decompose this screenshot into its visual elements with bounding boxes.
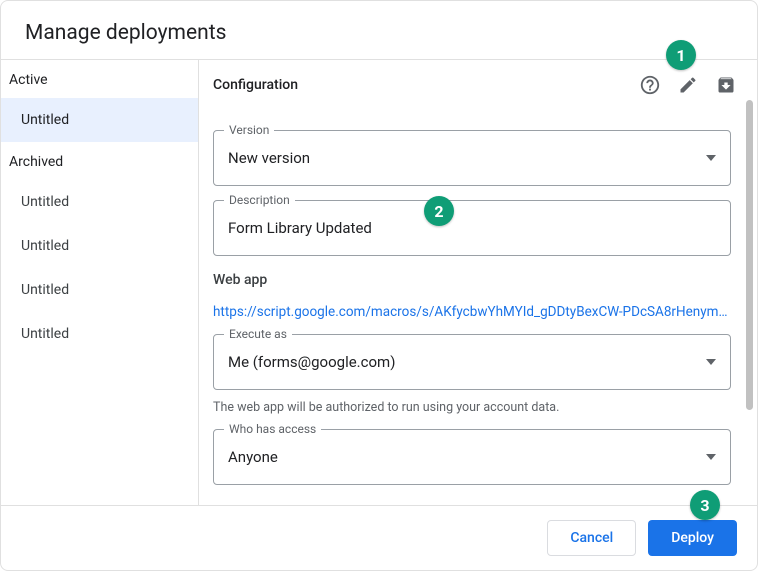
dialog-title: Manage deployments	[1, 1, 757, 59]
annotation-badge-1: 1	[666, 40, 696, 70]
configuration-heading: Configuration	[213, 77, 627, 93]
version-value: New version	[228, 149, 706, 167]
sidebar-item-archived-1[interactable]: Untitled	[1, 224, 198, 268]
help-icon[interactable]	[635, 70, 665, 100]
edit-icon[interactable]	[673, 70, 703, 100]
execute-as-label: Execute as	[224, 327, 292, 341]
version-label: Version	[224, 123, 274, 137]
dropdown-arrow-icon	[706, 155, 716, 161]
dialog-footer: Cancel Deploy	[1, 506, 757, 570]
webapp-heading: Web app	[213, 272, 731, 288]
sidebar-active-heading: Active	[1, 60, 198, 98]
configuration-panel: Configuration Version New version	[199, 60, 757, 505]
sidebar-item-archived-3[interactable]: Untitled	[1, 312, 198, 356]
sidebar-item-active-0[interactable]: Untitled	[1, 98, 198, 142]
sidebar-item-archived-2[interactable]: Untitled	[1, 268, 198, 312]
access-value: Anyone	[228, 448, 706, 466]
description-label: Description	[224, 193, 295, 207]
access-label: Who has access	[224, 422, 321, 436]
sidebar-archived-heading: Archived	[1, 142, 198, 180]
execute-as-hint: The web app will be authorized to run us…	[213, 400, 731, 415]
description-input[interactable]	[228, 219, 716, 237]
execute-as-select[interactable]: Execute as Me (forms@google.com)	[213, 334, 731, 390]
version-select[interactable]: Version New version	[213, 130, 731, 186]
dropdown-arrow-icon	[706, 359, 716, 365]
description-field[interactable]: Description	[213, 200, 731, 256]
archive-icon[interactable]	[711, 70, 741, 100]
annotation-badge-2: 2	[424, 196, 454, 226]
annotation-badge-3: 3	[690, 490, 720, 520]
execute-as-value: Me (forms@google.com)	[228, 353, 706, 371]
scrollbar-thumb[interactable]	[746, 100, 753, 410]
webapp-url-link[interactable]: https://script.google.com/macros/s/AKfyc…	[213, 304, 731, 320]
configuration-content: Version New version Description Web app …	[199, 110, 757, 505]
deployments-sidebar: Active Untitled Archived Untitled Untitl…	[1, 60, 199, 505]
cancel-button[interactable]: Cancel	[547, 520, 636, 556]
dialog-body: Active Untitled Archived Untitled Untitl…	[1, 59, 757, 506]
deploy-button[interactable]: Deploy	[648, 520, 737, 556]
who-has-access-select[interactable]: Who has access Anyone	[213, 429, 731, 485]
sidebar-item-archived-0[interactable]: Untitled	[1, 180, 198, 224]
dropdown-arrow-icon	[706, 454, 716, 460]
manage-deployments-dialog: Manage deployments Active Untitled Archi…	[0, 0, 758, 571]
